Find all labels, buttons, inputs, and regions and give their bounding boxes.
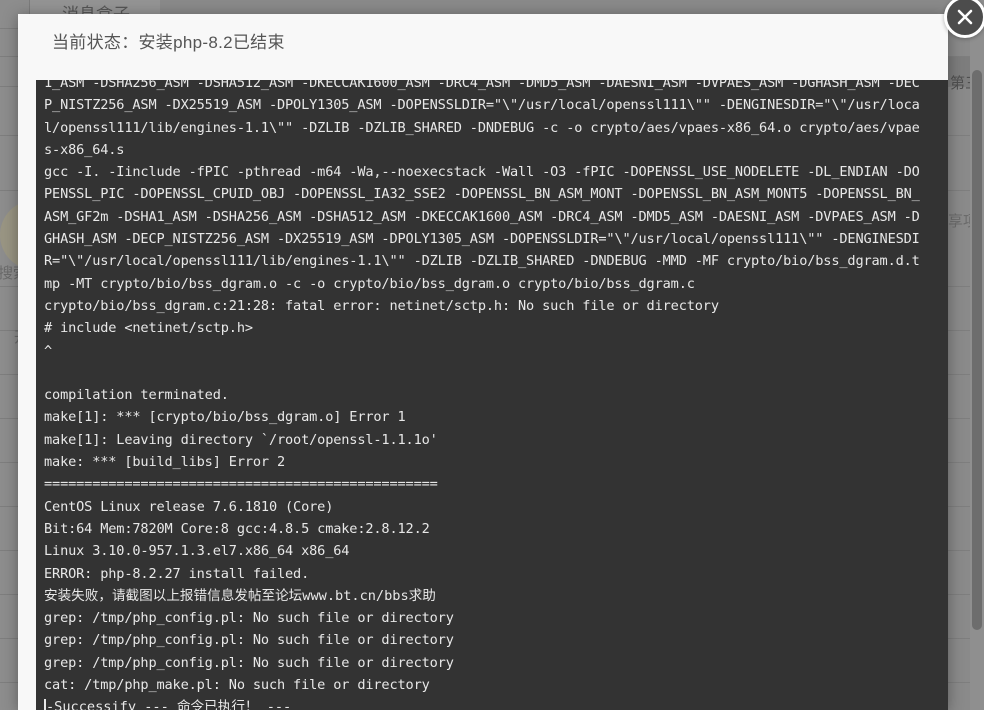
modal-title: 当前状态：安装php-8.2已结束 — [52, 32, 285, 52]
close-icon — [957, 9, 973, 25]
terminal-line: grep: /tmp/php_config.pl: No such file o… — [44, 654, 454, 671]
close-button[interactable] — [944, 0, 984, 38]
terminal-output-panel[interactable]: 1_ASM -DSHA256_ASM -DSHA512_ASM -DKECCAK… — [36, 80, 948, 710]
terminal-line: -Successify --- 命令已执行！ --- — [44, 696, 948, 710]
terminal-line: R="\"/usr/local/openssl111/lib/engines-1… — [44, 253, 920, 270]
terminal-line: s-x86_64.s — [44, 141, 125, 158]
status-modal: 当前状态：安装php-8.2已结束 1_ASM -DSHA256_ASM -DS… — [18, 14, 948, 710]
terminal-line: l/openssl111/lib/engines-1.1\"" -DZLIB -… — [44, 119, 920, 136]
modal-header: 当前状态：安装php-8.2已结束 — [18, 14, 948, 66]
terminal-line: crypto/bio/bss_dgram.c:21:28: fatal erro… — [44, 297, 719, 314]
terminal-line: grep: /tmp/php_config.pl: No such file o… — [44, 610, 454, 627]
terminal-line: cat: /tmp/php_make.pl: No such file or d… — [44, 677, 430, 694]
terminal-line: compilation terminated. — [44, 387, 229, 404]
terminal-line: 1_ASM -DSHA256_ASM -DSHA512_ASM -DKECCAK… — [44, 80, 920, 91]
terminal-line: 安装失败，请截图以上报错信息发帖至论坛www.bt.cn/bbs求助 — [44, 587, 436, 604]
terminal-line: make: *** [build_libs] Error 2 — [44, 454, 286, 471]
background-scrollbar-thumb[interactable] — [972, 70, 982, 630]
terminal-line: CentOS Linux release 7.6.1810 (Core) — [44, 498, 334, 515]
terminal-lines: 1_ASM -DSHA256_ASM -DSHA512_ASM -DKECCAK… — [44, 80, 948, 710]
terminal-line: PENSSL_PIC -DOPENSSL_CPUID_OBJ -DOPENSSL… — [44, 186, 920, 203]
terminal-line: ========================================… — [44, 476, 438, 493]
terminal-line: P_NISTZ256_ASM -DX25519_ASM -DPOLY1305_A… — [44, 97, 920, 114]
terminal-line: # include <netinet/sctp.h> — [44, 320, 253, 337]
terminal-line: GHASH_ASM -DECP_NISTZ256_ASM -DX25519_AS… — [44, 231, 920, 248]
terminal-line: mp -MT crypto/bio/bss_dgram.o -c -o cryp… — [44, 275, 695, 292]
terminal-line: ASM_GF2m -DSHA1_ASM -DSHA256_ASM -DSHA51… — [44, 208, 920, 225]
background-scrollbar[interactable] — [970, 0, 984, 710]
terminal-line: make[1]: *** [crypto/bio/bss_dgram.o] Er… — [44, 409, 406, 426]
terminal-line: make[1]: Leaving directory `/root/openss… — [44, 431, 438, 448]
terminal-line: ^ — [44, 342, 53, 359]
terminal-line: grep: /tmp/php_config.pl: No such file o… — [44, 632, 454, 649]
terminal-cursor — [44, 699, 46, 710]
terminal-line: Bit:64 Mem:7820M Core:8 gcc:4.8.5 cmake:… — [44, 520, 430, 537]
terminal-line: Linux 3.10.0-957.1.3.el7.x86_64 x86_64 — [44, 543, 350, 560]
terminal-line: gcc -I. -Iinclude -fPIC -pthread -m64 -W… — [44, 164, 920, 181]
terminal-line: ERROR: php-8.2.27 install failed. — [44, 565, 310, 582]
